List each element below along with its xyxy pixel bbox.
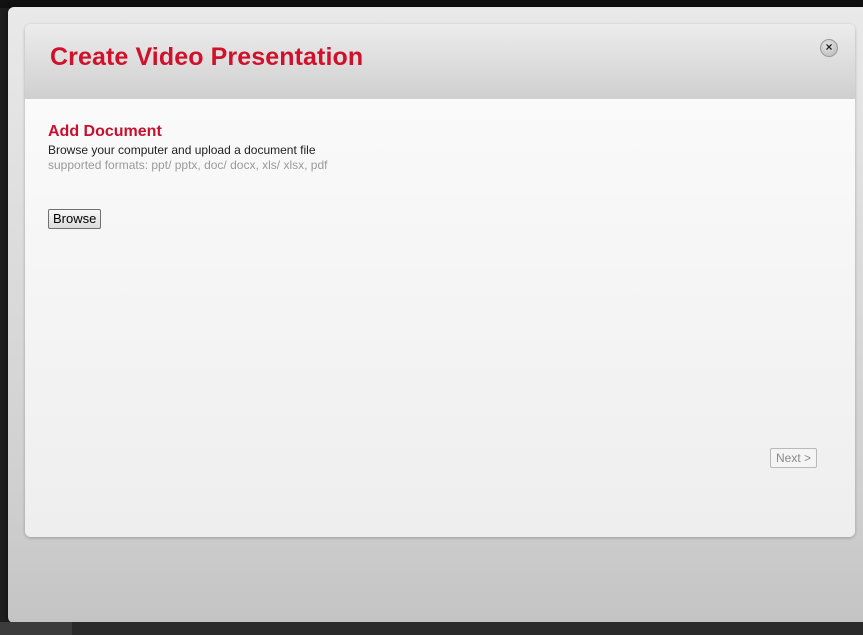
browse-button[interactable]: Browse <box>48 209 102 229</box>
dialog-header: Create Video Presentation × <box>25 24 855 99</box>
close-button[interactable]: × <box>820 39 838 57</box>
add-document-heading: Add Document <box>48 123 162 140</box>
dialog-body: Add Document Browse your computer and up… <box>25 99 855 537</box>
next-button[interactable]: Next > <box>770 448 818 468</box>
create-video-presentation-dialog: Create Video Presentation × Add Document… <box>25 24 855 537</box>
bottom-strip-block <box>0 622 72 635</box>
dialog-title: Create Video Presentation <box>50 43 364 71</box>
close-icon: × <box>825 40 833 54</box>
bottom-strip <box>0 622 863 635</box>
supported-formats-text: supported formats: ppt/ pptx, doc/ docx,… <box>48 158 328 172</box>
add-document-description: Browse your computer and upload a docume… <box>48 143 316 157</box>
